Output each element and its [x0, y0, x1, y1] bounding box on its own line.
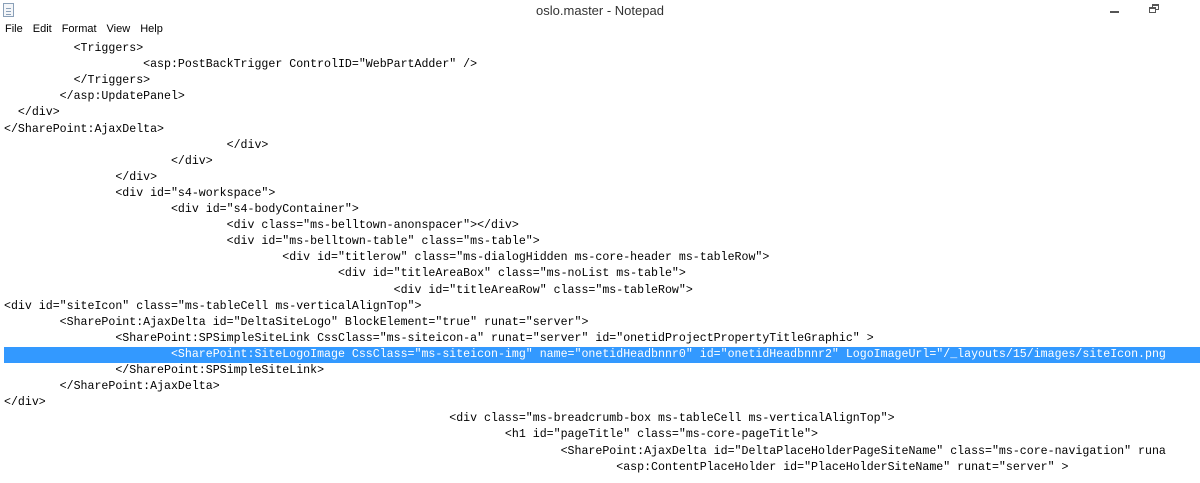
code-line[interactable]: </div>	[4, 105, 60, 121]
code-line[interactable]: </div>	[4, 170, 157, 186]
code-line[interactable]: <div class="ms-breadcrumb-box ms-tableCe…	[4, 411, 894, 427]
code-line[interactable]: <asp:PostBackTrigger ControlID="WebPartA…	[4, 57, 477, 73]
code-line[interactable]: <div id="s4-bodyContainer">	[4, 202, 359, 218]
code-line[interactable]: </Triggers>	[4, 73, 151, 89]
code-line[interactable]: </SharePoint:AjaxDelta>	[4, 379, 220, 395]
window-title: oslo.master - Notepad	[536, 3, 664, 18]
code-line[interactable]: <div id="siteIcon" class="ms-tableCell m…	[4, 299, 421, 315]
code-line-selected[interactable]: <SharePoint:SiteLogoImage CssClass="ms-s…	[4, 346, 1200, 363]
menu-bar: File Edit Format View Help	[0, 21, 1200, 38]
code-line[interactable]: </div>	[4, 395, 46, 411]
code-line[interactable]: <div id="titlerow" class="ms-dialogHidde…	[4, 250, 769, 266]
code-line[interactable]: <div class="ms-belltown-anonspacer"></di…	[4, 218, 519, 234]
code-line[interactable]: <SharePoint:SPSimpleSiteLink CssClass="m…	[4, 331, 873, 347]
text-editor[interactable]: <Triggers> <asp:PostBackTrigger ControlI…	[0, 39, 1200, 483]
title-bar[interactable]: oslo.master - Notepad	[0, 0, 1200, 22]
code-line[interactable]: </SharePoint:SPSimpleSiteLink>	[4, 363, 324, 379]
minimize-button[interactable]	[1100, 0, 1130, 20]
code-line[interactable]: </SharePoint:AjaxDelta>	[4, 122, 164, 138]
code-line[interactable]: <div id="titleAreaRow" class="ms-tableRo…	[4, 283, 693, 299]
menu-format[interactable]: Format	[57, 21, 102, 38]
menu-file[interactable]: File	[0, 21, 28, 38]
code-line[interactable]: <div id="ms-belltown-table" class="ms-ta…	[4, 234, 540, 250]
code-line[interactable]: <asp:ContentPlaceHolder id="PlaceHolderS…	[4, 460, 1068, 476]
menu-help[interactable]: Help	[135, 21, 168, 38]
menu-edit[interactable]: Edit	[28, 21, 57, 38]
code-line[interactable]: <h1 id="pageTitle" class="ms-core-pageTi…	[4, 427, 818, 443]
code-line[interactable]: </asp:UpdatePanel>	[4, 89, 185, 105]
code-line[interactable]: </div>	[4, 154, 213, 170]
code-line[interactable]: <div id="titleAreaBox" class="ms-noList …	[4, 266, 686, 282]
code-line[interactable]: <SharePoint:AjaxDelta id="DeltaPlaceHold…	[4, 444, 1166, 460]
menu-view[interactable]: View	[102, 21, 136, 38]
restore-button[interactable]	[1138, 0, 1168, 20]
minimize-icon	[1110, 11, 1119, 13]
code-line[interactable]: <Triggers>	[4, 41, 144, 57]
code-line[interactable]: </div>	[4, 138, 269, 154]
code-line[interactable]: <div id="s4-workspace">	[4, 186, 275, 202]
notepad-window: oslo.master - Notepad File Edit Format View…	[0, 0, 1200, 483]
code-line[interactable]: <SharePoint:AjaxDelta id="DeltaSiteLogo"…	[4, 315, 589, 331]
